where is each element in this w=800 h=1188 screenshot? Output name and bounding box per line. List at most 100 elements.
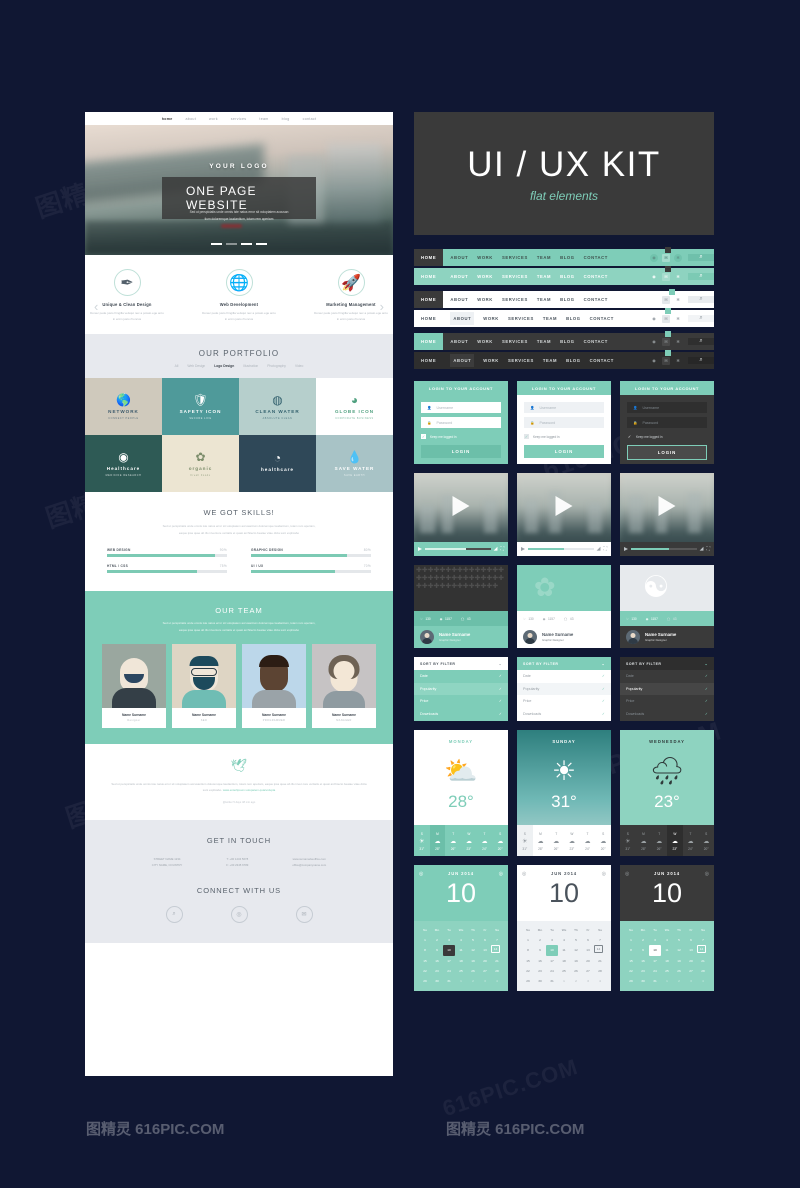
calendar-day[interactable]: 24	[546, 966, 558, 976]
calendar-day[interactable]: 8	[625, 945, 637, 955]
calendar-day-outlined[interactable]: 14	[697, 945, 706, 954]
fullscreen-icon[interactable]: ⛶	[706, 546, 710, 552]
calendar-day[interactable]: 4	[661, 935, 673, 945]
mail-icon[interactable]: ✉	[662, 272, 670, 281]
navbar-dark[interactable]: HOME ABOUT WORK SERVICES TEAM BLOG CONTA…	[414, 349, 714, 369]
calendar-day-outlined[interactable]: 14	[594, 945, 603, 954]
nav-item-team[interactable]: TEAM	[537, 297, 551, 302]
nav-item-services[interactable]: SERVICES	[502, 297, 528, 302]
nav-item-services[interactable]: SERVICES	[502, 339, 528, 344]
calendar-day[interactable]: 2	[570, 976, 582, 986]
calendar-day[interactable]: 11	[558, 945, 570, 955]
calendar-day[interactable]: 6	[582, 935, 594, 945]
nav-item-services[interactable]: SERVICES	[508, 316, 534, 321]
calendar-day[interactable]: 28	[594, 966, 606, 976]
portfolio-filter-photography[interactable]: Photography	[267, 364, 286, 368]
calendar-grid[interactable]: Su Mo Tu We Th Fr Sa 1234567 8 9 10 11 12 13 14 15 16…	[620, 921, 714, 991]
navbar-dark-teal-home[interactable]: HOME ABOUT WORK SERVICES TEAM BLOG CONTA…	[414, 330, 714, 350]
calendar-day[interactable]: 1	[455, 976, 467, 986]
nav-item-about[interactable]: ABOUT	[450, 297, 468, 302]
progress-track[interactable]	[631, 547, 697, 551]
nav-item-contact[interactable]: CONTACT	[584, 274, 608, 279]
slider-dot[interactable]	[241, 243, 252, 245]
calendar-day[interactable]: 30	[534, 976, 546, 986]
filter-option-downloads[interactable]: Downloads ✓	[517, 708, 611, 721]
calendar-day[interactable]: 25	[558, 966, 570, 976]
portfolio-item[interactable]: ◍ CLEAN WATER ABSOLUTE CLEAN	[239, 378, 316, 436]
portfolio-filter-all[interactable]: All	[175, 364, 179, 368]
comments-stat[interactable]: ◯ 43	[564, 617, 574, 621]
calendar-day[interactable]: 2	[467, 976, 479, 986]
calendar-day[interactable]: 26	[673, 966, 685, 976]
calendar-day[interactable]: 29	[625, 976, 637, 986]
portfolio-filter[interactable]: All Web Design Logo Design Illustration …	[85, 364, 393, 368]
volume-icon[interactable]: ◢	[494, 546, 498, 552]
chevron-down-icon[interactable]: ⌄	[705, 662, 708, 666]
nav-item-work[interactable]: WORK	[477, 274, 493, 279]
filter-header[interactable]: SORT BY FILTER ⌄	[620, 657, 714, 670]
calendar-day[interactable]: 27	[479, 966, 491, 976]
nav-item-about[interactable]: ABOUT	[450, 339, 468, 344]
mail-icon[interactable]: ✉	[662, 337, 670, 346]
calendar-day[interactable]: 29	[419, 976, 431, 986]
filter-option-downloads[interactable]: Downloads ✓	[620, 708, 714, 721]
calendar-day[interactable]: 27	[582, 966, 594, 976]
calendar-day[interactable]: 23	[534, 966, 546, 976]
forecast-day[interactable]: S ☁ 20°	[595, 825, 611, 856]
service-card[interactable]: ✒ Unique & Clean Design Donec pede justo…	[90, 269, 164, 322]
forecast-day[interactable]: T ☁ 24°	[477, 825, 493, 856]
nav-item-team[interactable]: TEAM	[537, 274, 551, 279]
username-input[interactable]: 👤 Username	[524, 402, 604, 413]
calendar-day[interactable]: 1	[661, 976, 673, 986]
forecast-day[interactable]: T ☁ 24°	[683, 825, 699, 856]
calendar-day[interactable]: 30	[637, 976, 649, 986]
remember-checkbox[interactable]: ✓ Keep me logged in	[627, 434, 707, 439]
calendar-day[interactable]: 19	[467, 956, 479, 966]
nav-item-contact[interactable]: CONTACT	[584, 297, 608, 302]
nav-item-contact[interactable]: CONTACT	[590, 358, 614, 363]
calendar-day[interactable]: 24	[649, 966, 661, 976]
calendar-day[interactable]: 30	[431, 976, 443, 986]
navbar-teal-light[interactable]: HOME ABOUT WORK SERVICES TEAM BLOG CONTA…	[414, 265, 714, 285]
calendar-day[interactable]: 15	[522, 956, 534, 966]
views-stat[interactable]: ◉ 1157	[543, 617, 555, 621]
nav-item-contact[interactable]: CONTACT	[584, 255, 608, 260]
site-nav-work[interactable]: work	[209, 117, 218, 121]
globe-icon[interactable]: ◉	[650, 357, 658, 365]
calendar-day[interactable]: 17	[649, 956, 661, 966]
fullscreen-icon[interactable]: ⛶	[500, 546, 504, 552]
service-card[interactable]: 🚀 Marketing Management Donec pede justo …	[314, 269, 388, 322]
nav-item-blog[interactable]: BLOG	[560, 255, 575, 260]
calendar-day[interactable]: 19	[673, 956, 685, 966]
nav-item-services[interactable]: SERVICES	[502, 274, 528, 279]
forecast-day[interactable]: S ☁ 20°	[492, 825, 508, 856]
calendar-day[interactable]: 9	[637, 945, 649, 955]
next-icon[interactable]: ◎	[705, 871, 709, 877]
play-icon[interactable]	[555, 496, 573, 517]
login-button[interactable]: LOGIN	[421, 445, 501, 458]
calendar-day[interactable]: 2	[637, 935, 649, 945]
calendar-day[interactable]: 22	[522, 966, 534, 976]
calendar-day[interactable]: 3	[582, 976, 594, 986]
nav-item-about[interactable]: ABOUT	[450, 255, 468, 260]
nav-item-team[interactable]: TEAM	[537, 255, 551, 260]
navbar-white[interactable]: HOME ABOUT WORK SERVICES TEAM BLOG CONTA…	[414, 307, 714, 327]
calendar-day[interactable]: 2	[431, 935, 443, 945]
gear-icon[interactable]: ✻	[674, 253, 682, 262]
calendar-day[interactable]: 4	[558, 935, 570, 945]
nav-item-team[interactable]: TEAM	[543, 358, 557, 363]
filter-option-price[interactable]: Price ✓	[620, 695, 714, 708]
filter-header[interactable]: SORT BY FILTER ⌄	[517, 657, 611, 670]
calendar-day[interactable]: 27	[685, 966, 697, 976]
calendar-day[interactable]: 28	[697, 966, 709, 976]
password-input[interactable]: 🔒 Password	[421, 417, 501, 428]
calendar-day[interactable]: 22	[419, 966, 431, 976]
filter-option-date[interactable]: Date ✓	[620, 670, 714, 683]
progress-track[interactable]	[425, 547, 491, 551]
play-icon[interactable]	[624, 547, 628, 551]
calendar-day[interactable]: 28	[491, 966, 503, 976]
forecast-day[interactable]: T ☁ 26°	[651, 825, 667, 856]
calendar-day[interactable]: 31	[649, 976, 661, 986]
calendar-day-selected[interactable]: 10	[443, 945, 455, 956]
nav-home-item[interactable]: HOME	[414, 268, 443, 285]
